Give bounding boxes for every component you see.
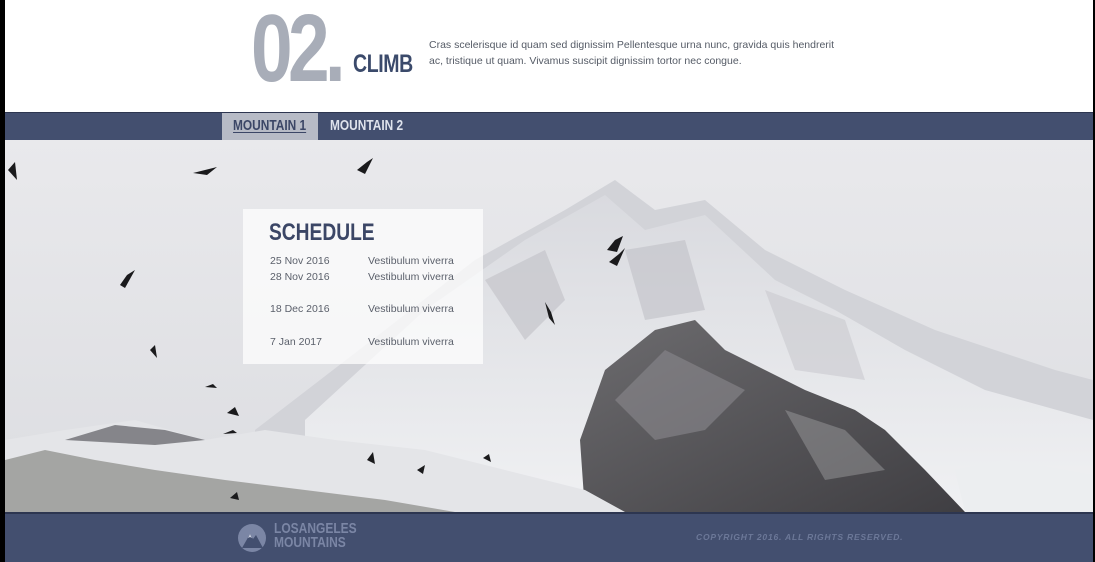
logo-line-2: MOUNTAINS (274, 534, 346, 551)
schedule-title: SCHEDULE (269, 219, 375, 246)
schedule-event: Vestibulum viverra (368, 255, 454, 267)
schedule-event: Vestibulum viverra (368, 271, 454, 283)
page: 02. CLIMB Cras scelerisque id quam sed d… (0, 0, 1095, 562)
intro-text: Cras scelerisque id quam sed dignissim P… (429, 39, 835, 67)
schedule-date: 28 Nov 2016 (270, 271, 330, 283)
tab-mountain-1[interactable]: MOUNTAIN 1 (222, 113, 318, 140)
schedule-event: Vestibulum viverra (368, 336, 454, 348)
mountain-tabs: MOUNTAIN 1 MOUNTAIN 2 (5, 112, 1093, 140)
schedule-event: Vestibulum viverra (368, 303, 454, 315)
mountain-photo (5, 140, 1093, 512)
schedule-date: 18 Dec 2016 (270, 303, 330, 315)
step-number: 02. (251, 0, 346, 102)
mountain-logo-icon[interactable] (238, 524, 266, 552)
schedule-date: 25 Nov 2016 (270, 255, 330, 267)
tab-label: MOUNTAIN 1 (233, 118, 307, 134)
tab-mountain-2[interactable]: MOUNTAIN 2 (318, 113, 416, 140)
tab-label: MOUNTAIN 2 (330, 118, 404, 134)
copyright-text: COPYRIGHT 2016. ALL RIGHTS RESERVED. (696, 532, 904, 542)
mountain-hero-image: SCHEDULE 25 Nov 2016 Vestibulum viverra … (5, 140, 1093, 512)
schedule-panel: SCHEDULE 25 Nov 2016 Vestibulum viverra … (243, 209, 483, 364)
schedule-date: 7 Jan 2017 (270, 336, 322, 348)
site-footer: LOSANGELES MOUNTAINS COPYRIGHT 2016. ALL… (5, 512, 1093, 562)
step-title: CLIMB (353, 50, 413, 78)
intro-section: 02. CLIMB Cras scelerisque id quam sed d… (5, 0, 1093, 112)
footer-logo-text[interactable]: LOSANGELES MOUNTAINS (274, 521, 357, 551)
